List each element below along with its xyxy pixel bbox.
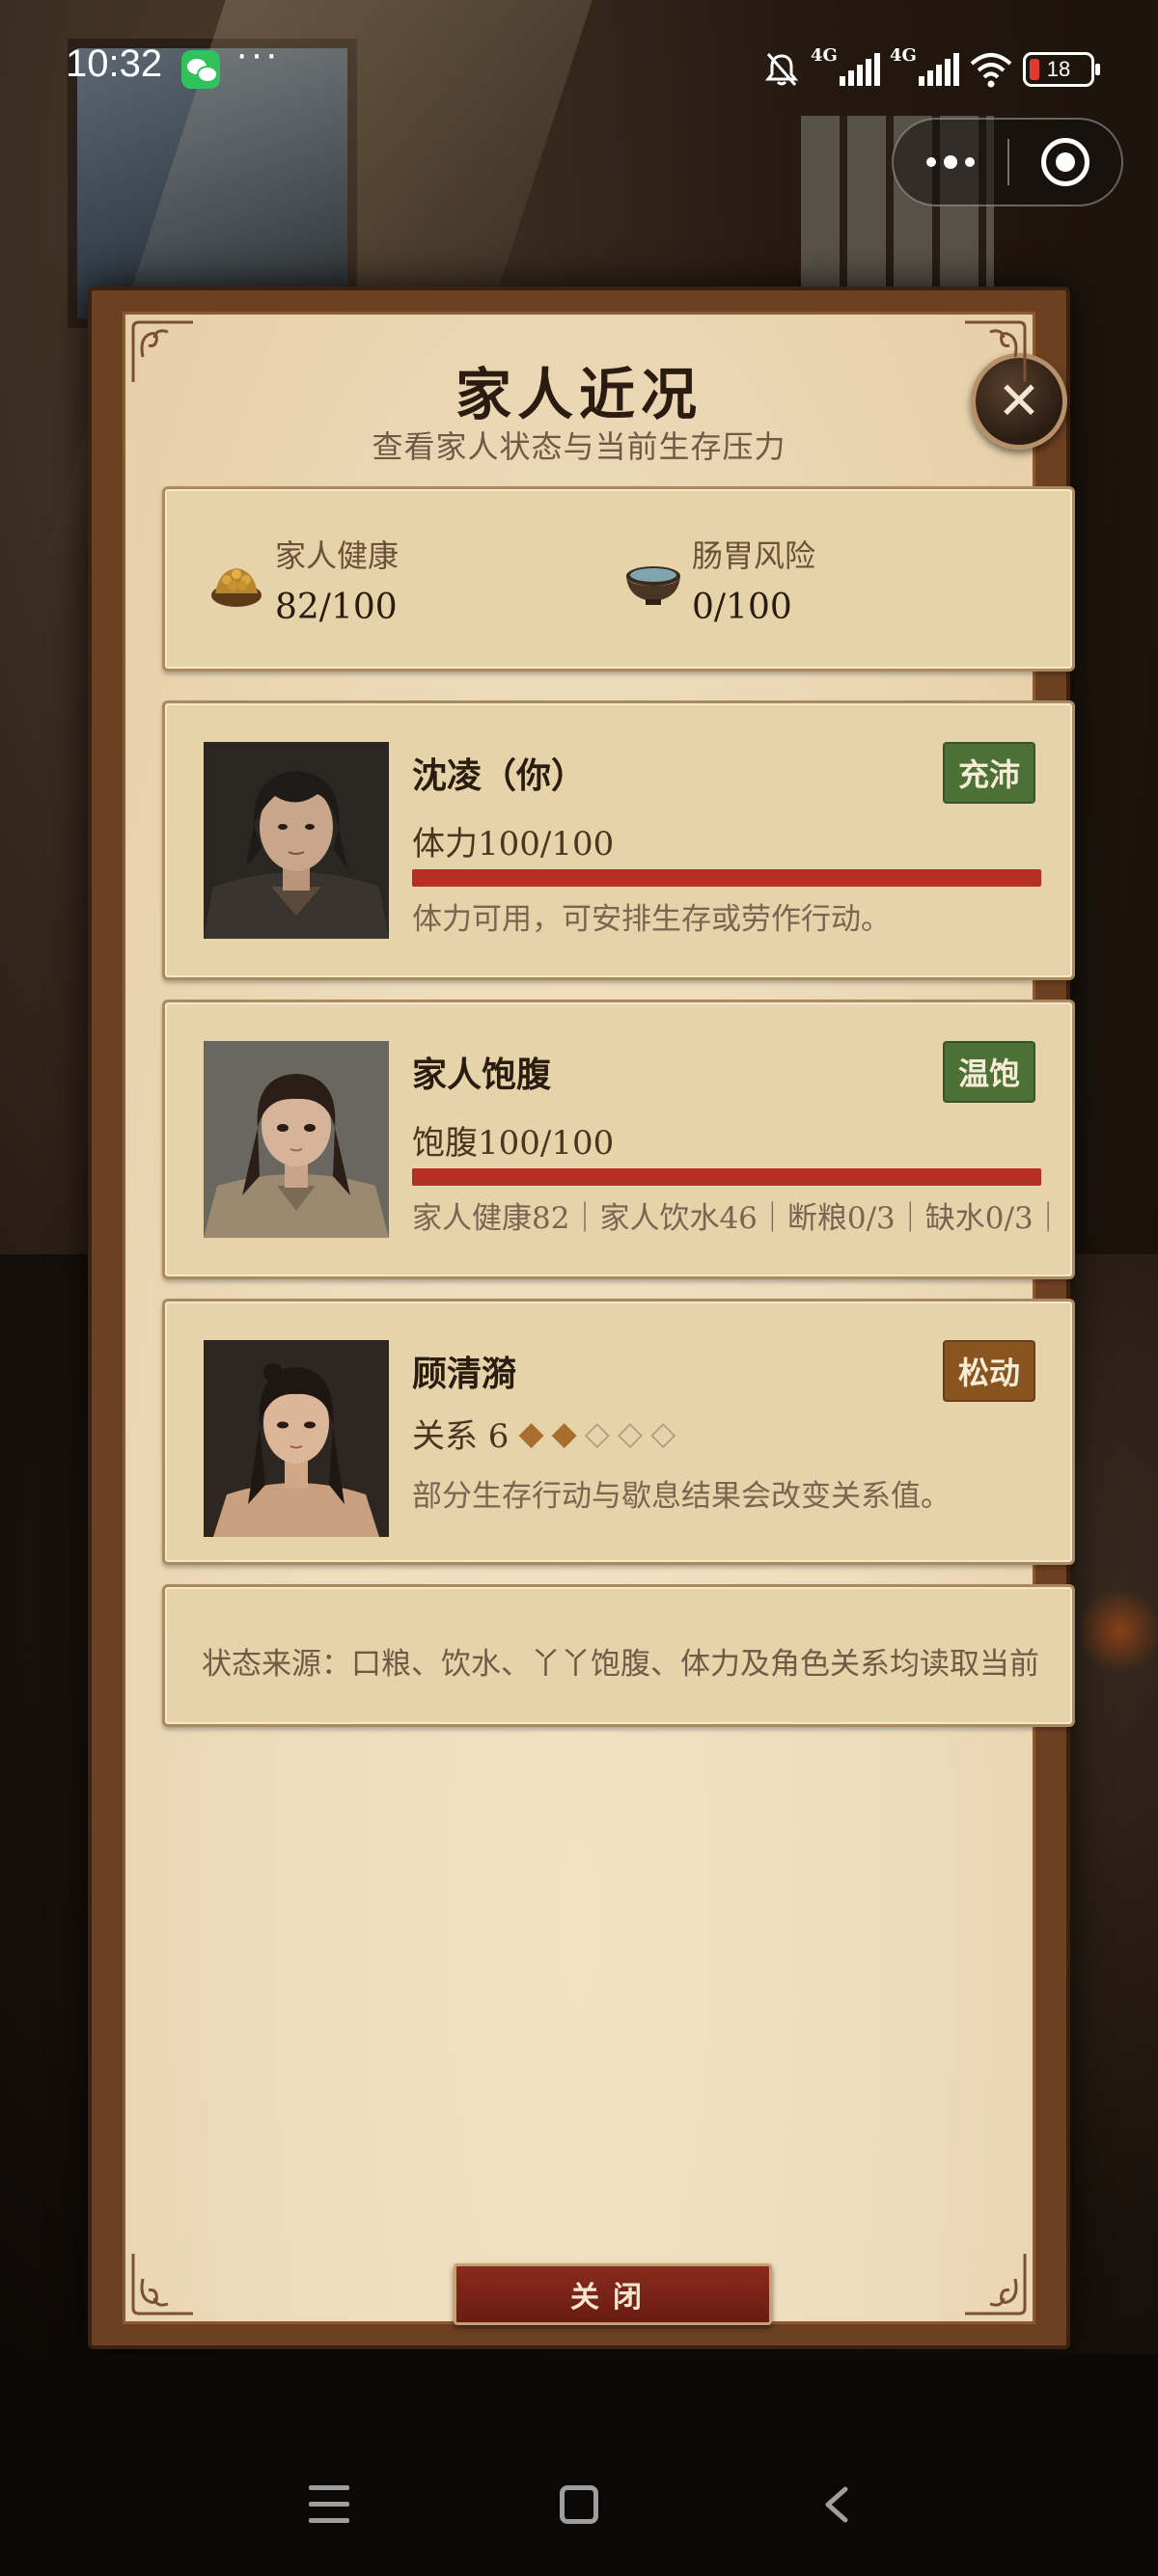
relation-diamond-filled-icon: ◆ (551, 1413, 577, 1453)
relation-diamond-empty-icon: ◇ (584, 1413, 610, 1453)
portrait-yaya (204, 1041, 389, 1238)
nav-home-icon[interactable] (560, 2485, 598, 2524)
stamina-value: 体力100/100 (412, 825, 615, 863)
relation-diamonds: ◆ ◆ ◇ ◇ ◇ (518, 1417, 676, 1450)
stat-stomach-risk: 肠胃风险 0/100 (622, 532, 815, 627)
member-card-guqingyi: 顾清漪 松动 关系 6 ◆ ◆ ◇ ◇ ◇ 部分生存行动与歇息结果会改变关系值。 (162, 1299, 1075, 1565)
battery-level: 18 (1046, 57, 1071, 81)
relation-value: 关系 6 (412, 1417, 510, 1456)
status-more-icon: ··· (235, 33, 280, 75)
status-source-card: 状态来源：口粮、饮水、丫丫饱腹、体力及角色关系均读取当前 (162, 1584, 1075, 1727)
navigation-bar (0, 2354, 1158, 2576)
corner-ornament-icon (129, 318, 197, 386)
stat-value: 0/100 (692, 588, 792, 627)
stat-family-health: 家人健康 82/100 (206, 532, 399, 627)
status-source-text: 状态来源：口粮、饮水、丫丫饱腹、体力及角色关系均读取当前 (202, 1647, 1039, 1682)
wifi-icon (970, 53, 1012, 88)
dialog-subtitle: 查看家人状态与当前生存压力 (372, 428, 786, 465)
wechat-icon (181, 50, 220, 89)
relation-diamond-empty-icon: ◇ (617, 1413, 644, 1453)
signal-1-icon: 4G (811, 45, 880, 86)
status-badge: 充沛 (942, 742, 1035, 804)
status-badge: 松动 (942, 1340, 1035, 1402)
background-ember (1081, 1582, 1158, 1679)
close-button[interactable]: 关闭 (454, 2263, 772, 2325)
stat-label: 肠胃风险 (692, 537, 816, 574)
nav-menu-icon[interactable] (309, 2485, 349, 2524)
status-time: 10:32 (66, 42, 163, 85)
signal-2-icon: 4G (890, 45, 959, 86)
dialog-parchment: 家人近况 查看家人状态与当前生存压力 ✕ 家人健康 82/100 肠胃风险 0/… (123, 312, 1075, 2325)
status-bar: 10:32 ··· 4G 4G 18 (0, 0, 1158, 135)
signal-2-label: 4G (890, 45, 917, 66)
family-status-dialog: 家人近况 查看家人状态与当前生存压力 ✕ 家人健康 82/100 肠胃风险 0/… (88, 287, 1075, 2349)
signal-1-label: 4G (811, 45, 838, 66)
miniprogram-capsule (892, 118, 1123, 206)
relation-diamond-empty-icon: ◇ (650, 1413, 676, 1453)
relation-diamond-filled-icon: ◆ (518, 1413, 544, 1453)
satiety-value: 饱腹100/100 (412, 1124, 615, 1163)
member-card-family-satiety: 家人饱腹 温饱 饱腹100/100 家人健康82｜家人饮水46｜断粮0/3｜缺水… (162, 1000, 1075, 1279)
more-dots-icon[interactable] (894, 120, 1007, 205)
satiety-progress-bar (412, 1168, 1041, 1186)
member-description: 家人健康82｜家人饮水46｜断粮0/3｜缺水0/3｜ (412, 1201, 1063, 1236)
family-stats-card: 家人健康 82/100 肠胃风险 0/100 (162, 486, 1075, 671)
dialog-title: 家人近况 (455, 362, 703, 427)
relation-meter: 关系 6 ◆ ◆ ◇ ◇ ◇ (412, 1410, 676, 1457)
member-name: 沈凌（你） (412, 755, 587, 796)
member-card-shenling: 沈凌（你） 充沛 体力100/100 体力可用，可安排生存或劳作行动。 (162, 700, 1075, 980)
nav-back-icon[interactable] (818, 2485, 857, 2524)
bowl-icon (626, 566, 680, 605)
corner-ornament-icon (961, 318, 1029, 386)
portrait-shenling (204, 742, 389, 939)
corner-ornament-icon (961, 2250, 1029, 2317)
member-description: 体力可用，可安排生存或劳作行动。 (412, 902, 891, 937)
bell-muted-icon (764, 53, 799, 86)
member-name: 顾清漪 (412, 1354, 517, 1394)
member-description: 部分生存行动与歇息结果会改变关系值。 (412, 1479, 951, 1514)
status-badge: 温饱 (942, 1041, 1035, 1103)
status-icons: 4G 4G 18 (762, 45, 1100, 91)
battery-icon: 18 (1023, 52, 1100, 87)
stat-label: 家人健康 (275, 537, 400, 574)
stamina-progress-bar (412, 869, 1041, 887)
target-close-icon[interactable] (1009, 120, 1121, 205)
member-name: 家人饱腹 (412, 1055, 552, 1095)
stat-value: 82/100 (275, 588, 398, 627)
corner-ornament-icon (129, 2250, 197, 2317)
portrait-guqingyi (204, 1340, 389, 1537)
grain-bag-icon (211, 568, 262, 607)
